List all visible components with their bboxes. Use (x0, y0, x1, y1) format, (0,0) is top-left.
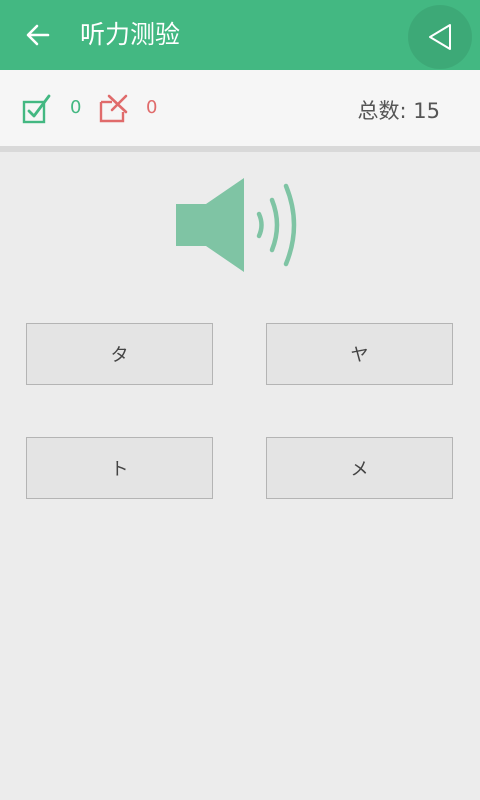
total-count: 总数: 15 (357, 99, 440, 123)
answer-option-2[interactable]: ヤ (266, 323, 453, 385)
answer-option-4[interactable]: メ (266, 437, 453, 499)
answer-option-1[interactable]: タ (26, 323, 213, 385)
app-bar: 听力测验 (0, 0, 480, 70)
box-cross-icon (99, 94, 128, 123)
correct-count: 0 (70, 97, 82, 118)
page-title: 听力测验 (80, 20, 181, 49)
checkbox-checked-icon (22, 94, 51, 124)
arrow-left-icon (26, 24, 50, 46)
triangle-back-icon (429, 24, 451, 50)
back-button[interactable] (20, 17, 56, 53)
score-bar: 0 0 总数: 15 (0, 70, 480, 146)
divider (0, 146, 480, 152)
answer-option-3[interactable]: ト (26, 437, 213, 499)
floating-back-button[interactable] (408, 5, 472, 69)
speaker-icon[interactable] (174, 176, 308, 274)
wrong-count: 0 (146, 97, 158, 118)
